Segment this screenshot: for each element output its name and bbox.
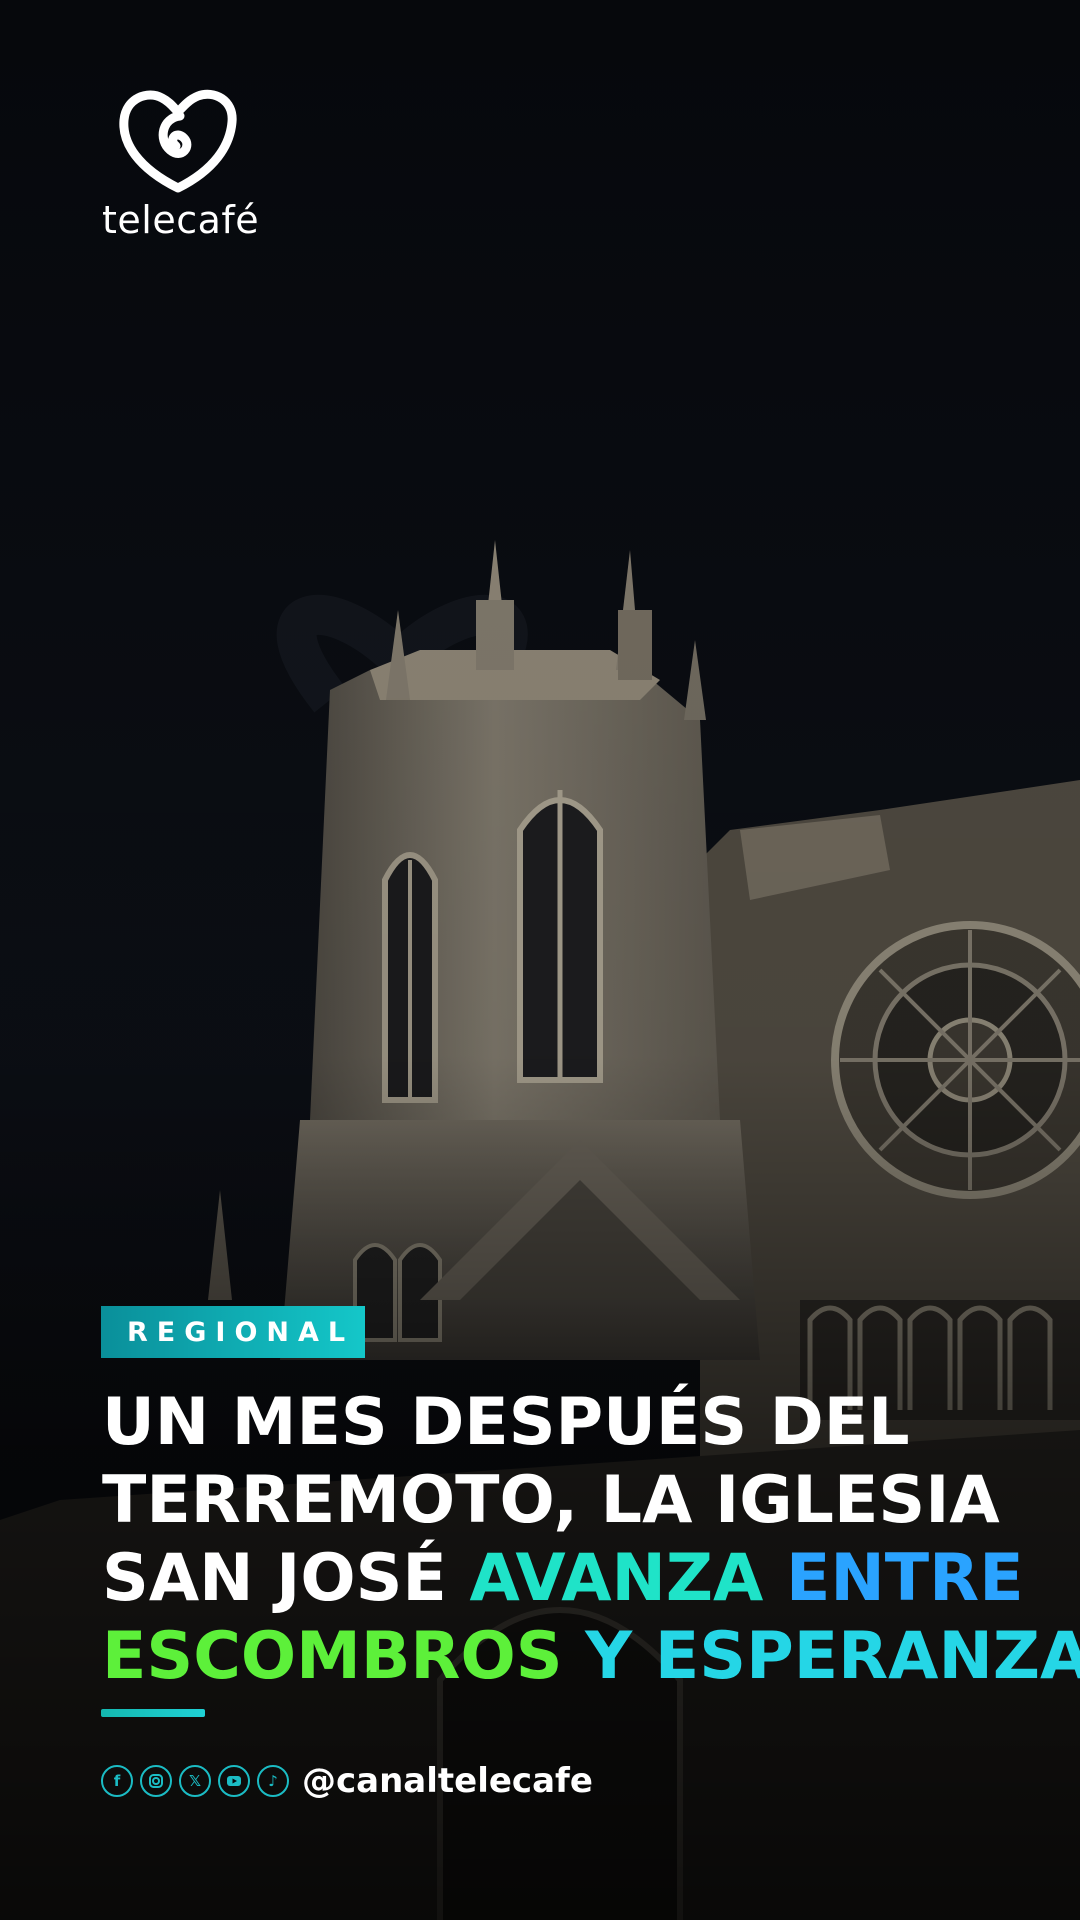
- headline-line-4: ESCOMBROS Y ESPERANZA: [102, 1618, 1080, 1696]
- x-icon[interactable]: 𝕏: [179, 1765, 211, 1797]
- headline-accent-teal: AVANZA: [469, 1541, 786, 1616]
- headline-white-text: SAN JOSÉ: [102, 1541, 470, 1616]
- facebook-icon[interactable]: f: [101, 1765, 133, 1797]
- headline: UN MES DESPUÉS DEL TERREMOTO, LA IGLESIA…: [102, 1384, 1080, 1696]
- tiktok-icon[interactable]: ♪: [257, 1765, 289, 1797]
- headline-line-1: UN MES DESPUÉS DEL: [102, 1385, 910, 1460]
- headline-line-3: SAN JOSÉ AVANZA ENTRE: [102, 1540, 1042, 1618]
- headline-accent-green: ESCOMBROS: [102, 1619, 586, 1694]
- social-row: f 𝕏 ♪ @canaltelecafe: [101, 1760, 593, 1802]
- category-label: REGIONAL: [127, 1316, 355, 1348]
- headline-accent-blue: ENTRE: [786, 1541, 1024, 1616]
- category-tag: REGIONAL: [101, 1306, 365, 1358]
- brand-wordmark: telecafé: [102, 198, 260, 242]
- headline-line-2: TERREMOTO, LA IGLESIA: [102, 1463, 1000, 1538]
- instagram-icon[interactable]: [140, 1765, 172, 1797]
- brand-logo: telecafé: [100, 88, 270, 242]
- headline-accent-cyan: Y ESPERANZA: [585, 1619, 1080, 1694]
- accent-divider: [101, 1709, 205, 1717]
- social-handle[interactable]: @canaltelecafe: [302, 1761, 593, 1801]
- heart-logo-icon: [119, 89, 237, 193]
- story-frame: telecafé REGIONAL UN MES DESPUÉS DEL TER…: [0, 0, 1080, 1920]
- youtube-icon[interactable]: [218, 1765, 250, 1797]
